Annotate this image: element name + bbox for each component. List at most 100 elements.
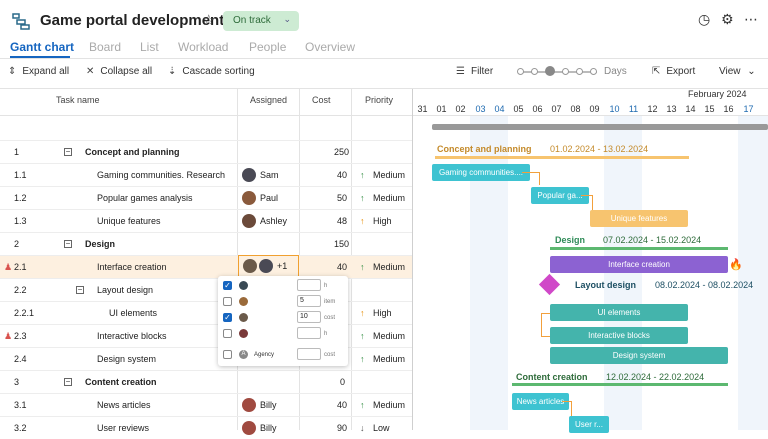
table-row[interactable]: 1.1 Gaming communities. Research Sam 40 …	[0, 163, 412, 186]
task-name[interactable]: Design	[85, 239, 115, 249]
task-bar[interactable]: UI elements	[550, 304, 688, 321]
table-row[interactable]: 2.2.1 UI elements ↑ High	[0, 301, 412, 324]
extra-assignees-count[interactable]: +1	[277, 261, 287, 271]
column-header-cost[interactable]: Cost	[312, 95, 331, 105]
task-name[interactable]: Interface creation	[97, 262, 167, 272]
view-dropdown[interactable]: View ⌄	[719, 66, 756, 77]
zoom-step[interactable]	[562, 68, 569, 75]
table-row[interactable]: 3.2 User reviews Billy 90 ↓ Low	[0, 416, 412, 439]
table-row[interactable]: 3 − Content creation 0	[0, 370, 412, 393]
assignee-name: Paul	[260, 193, 279, 203]
task-name[interactable]: Layout design	[97, 285, 153, 295]
task-name[interactable]: News articles	[97, 400, 151, 410]
arrow-up-icon: ↑	[360, 308, 365, 318]
table-row-selected[interactable]: ♟ 2.1 Interface creation +1 40 ↑ Medium	[0, 255, 412, 278]
task-name[interactable]: User reviews	[97, 423, 149, 433]
priority-value[interactable]: Low	[373, 423, 390, 433]
history-icon[interactable]: ◷	[698, 11, 710, 28]
cascade-sorting-button[interactable]: ⇣ Cascade sorting	[168, 66, 255, 77]
resource-checkbox[interactable]	[223, 297, 232, 306]
zoom-slider-knob[interactable]	[545, 66, 555, 76]
task-bar[interactable]: Gaming communities....	[432, 164, 530, 181]
priority-value[interactable]: Medium	[373, 400, 405, 410]
table-row[interactable]: 1.2 Popular games analysis Paul 50 ↑ Med…	[0, 186, 412, 209]
export-button[interactable]: ⇱ Export	[652, 66, 695, 77]
tab-overview[interactable]: Overview	[305, 40, 355, 54]
task-bar[interactable]: Interactive blocks	[550, 327, 688, 344]
project-summary-bar[interactable]	[432, 124, 768, 130]
table-row[interactable]: ♟ 2.3 Interactive blocks ↑ Medium	[0, 324, 412, 347]
column-header-priority[interactable]: Priority	[365, 95, 393, 105]
person-drag-icon[interactable]: ♟	[4, 331, 12, 342]
resource-value-input[interactable]	[297, 327, 321, 339]
zoom-step[interactable]	[590, 68, 597, 75]
zoom-step[interactable]	[576, 68, 583, 75]
task-name[interactable]: Design system	[97, 354, 156, 364]
tab-workload[interactable]: Workload	[178, 40, 228, 54]
summary-bar[interactable]	[550, 247, 728, 250]
tab-board[interactable]: Board	[89, 40, 121, 54]
task-name[interactable]: Concept and planning	[85, 147, 180, 157]
priority-value[interactable]: High	[373, 216, 392, 226]
priority-value[interactable]: High	[373, 308, 392, 318]
collapse-toggle[interactable]: −	[76, 286, 84, 294]
gear-icon[interactable]: ⚙	[721, 11, 734, 28]
task-bar[interactable]: Interface creation	[550, 256, 728, 273]
task-bar[interactable]: User r...	[569, 416, 609, 433]
task-name[interactable]: Popular games analysis	[97, 193, 193, 203]
cascade-sorting-label: Cascade sorting	[182, 66, 255, 77]
tab-gantt-chart[interactable]: Gantt chart	[10, 40, 74, 54]
summary-bar[interactable]	[512, 383, 728, 386]
priority-value[interactable]: Medium	[373, 170, 405, 180]
assigned-cell-focus[interactable]: +1	[238, 255, 299, 278]
column-header-task[interactable]: Task name	[56, 95, 100, 105]
summary-label: Content creation	[516, 372, 588, 382]
resource-assignment-popup[interactable]: ✓ h 5 item ✓ 10 cost h A Agency cost	[218, 276, 348, 366]
collapse-toggle[interactable]: −	[64, 148, 72, 156]
tab-people[interactable]: People	[249, 40, 286, 54]
row-number: 2.2	[14, 285, 27, 295]
zoom-step[interactable]	[517, 68, 524, 75]
task-name[interactable]: Content creation	[85, 377, 157, 387]
collapse-all-button[interactable]: ✕ Collapse all	[86, 66, 152, 77]
resource-checkbox[interactable]	[223, 350, 232, 359]
tab-list[interactable]: List	[140, 40, 159, 54]
filter-button[interactable]: ☰ Filter	[456, 66, 493, 77]
resource-value-input[interactable]	[297, 348, 321, 360]
priority-value[interactable]: Medium	[373, 262, 405, 272]
resource-value-input[interactable]: 10	[297, 311, 321, 323]
arrow-up-icon: ↑	[360, 354, 365, 364]
collapse-toggle[interactable]: −	[64, 240, 72, 248]
status-dropdown[interactable]: On track ⌄	[223, 11, 299, 31]
collapse-toggle[interactable]: −	[64, 378, 72, 386]
expand-all-button[interactable]: ⇕ Expand all	[8, 66, 69, 77]
star-icon[interactable]: ☆	[202, 11, 215, 29]
table-row[interactable]: 2.4 Design system ↑ Medium	[0, 347, 412, 370]
priority-value[interactable]: Medium	[373, 331, 405, 341]
table-row[interactable]: 2 − Design 150	[0, 232, 412, 255]
resource-checkbox[interactable]: ✓	[223, 281, 232, 290]
avatar	[242, 421, 256, 435]
priority-value[interactable]: Medium	[373, 193, 405, 203]
table-row[interactable]: 2.2 − Layout design	[0, 278, 412, 301]
task-bar[interactable]: Unique features	[590, 210, 688, 227]
resource-checkbox[interactable]: ✓	[223, 313, 232, 322]
table-row[interactable]: 3.1 News articles Billy 40 ↑ Medium	[0, 393, 412, 416]
table-row[interactable]: 1 − Concept and planning 250	[0, 140, 412, 163]
resource-value-input[interactable]	[297, 279, 321, 291]
task-name[interactable]: Unique features	[97, 216, 161, 226]
resource-checkbox[interactable]	[223, 329, 232, 338]
task-name[interactable]: Gaming communities. Research	[97, 170, 225, 180]
resource-value-input[interactable]: 5	[297, 295, 321, 307]
task-bar[interactable]: Design system	[550, 347, 728, 364]
task-name[interactable]: Interactive blocks	[97, 331, 167, 341]
more-icon[interactable]: ⋯	[744, 11, 758, 28]
priority-value[interactable]: Medium	[373, 354, 405, 364]
task-bar[interactable]: News articles	[512, 393, 569, 410]
column-header-assigned[interactable]: Assigned	[250, 95, 287, 105]
person-drag-icon[interactable]: ♟	[4, 262, 12, 273]
summary-bar[interactable]	[435, 156, 689, 159]
task-name[interactable]: UI elements	[109, 308, 157, 318]
zoom-step[interactable]	[531, 68, 538, 75]
table-row[interactable]: 1.3 Unique features Ashley 48 ↑ High	[0, 209, 412, 232]
